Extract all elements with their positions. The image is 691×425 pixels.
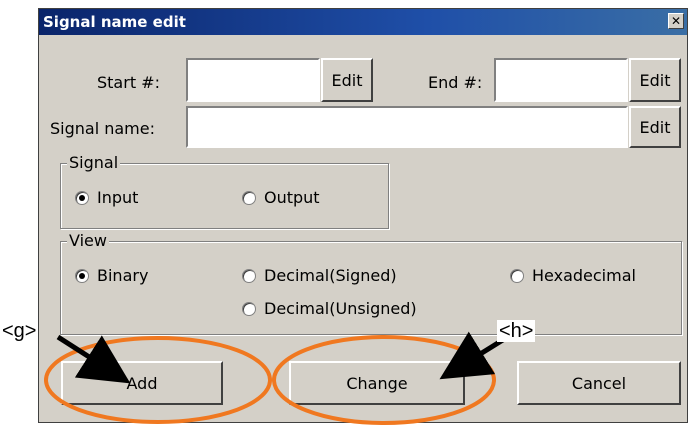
h-callout-label: <h> xyxy=(497,320,536,342)
annotation-overlay xyxy=(44,331,508,425)
h-arrow xyxy=(439,331,508,380)
change-highlight-ellipse xyxy=(272,335,496,425)
g-callout-label: <g> xyxy=(0,320,39,342)
